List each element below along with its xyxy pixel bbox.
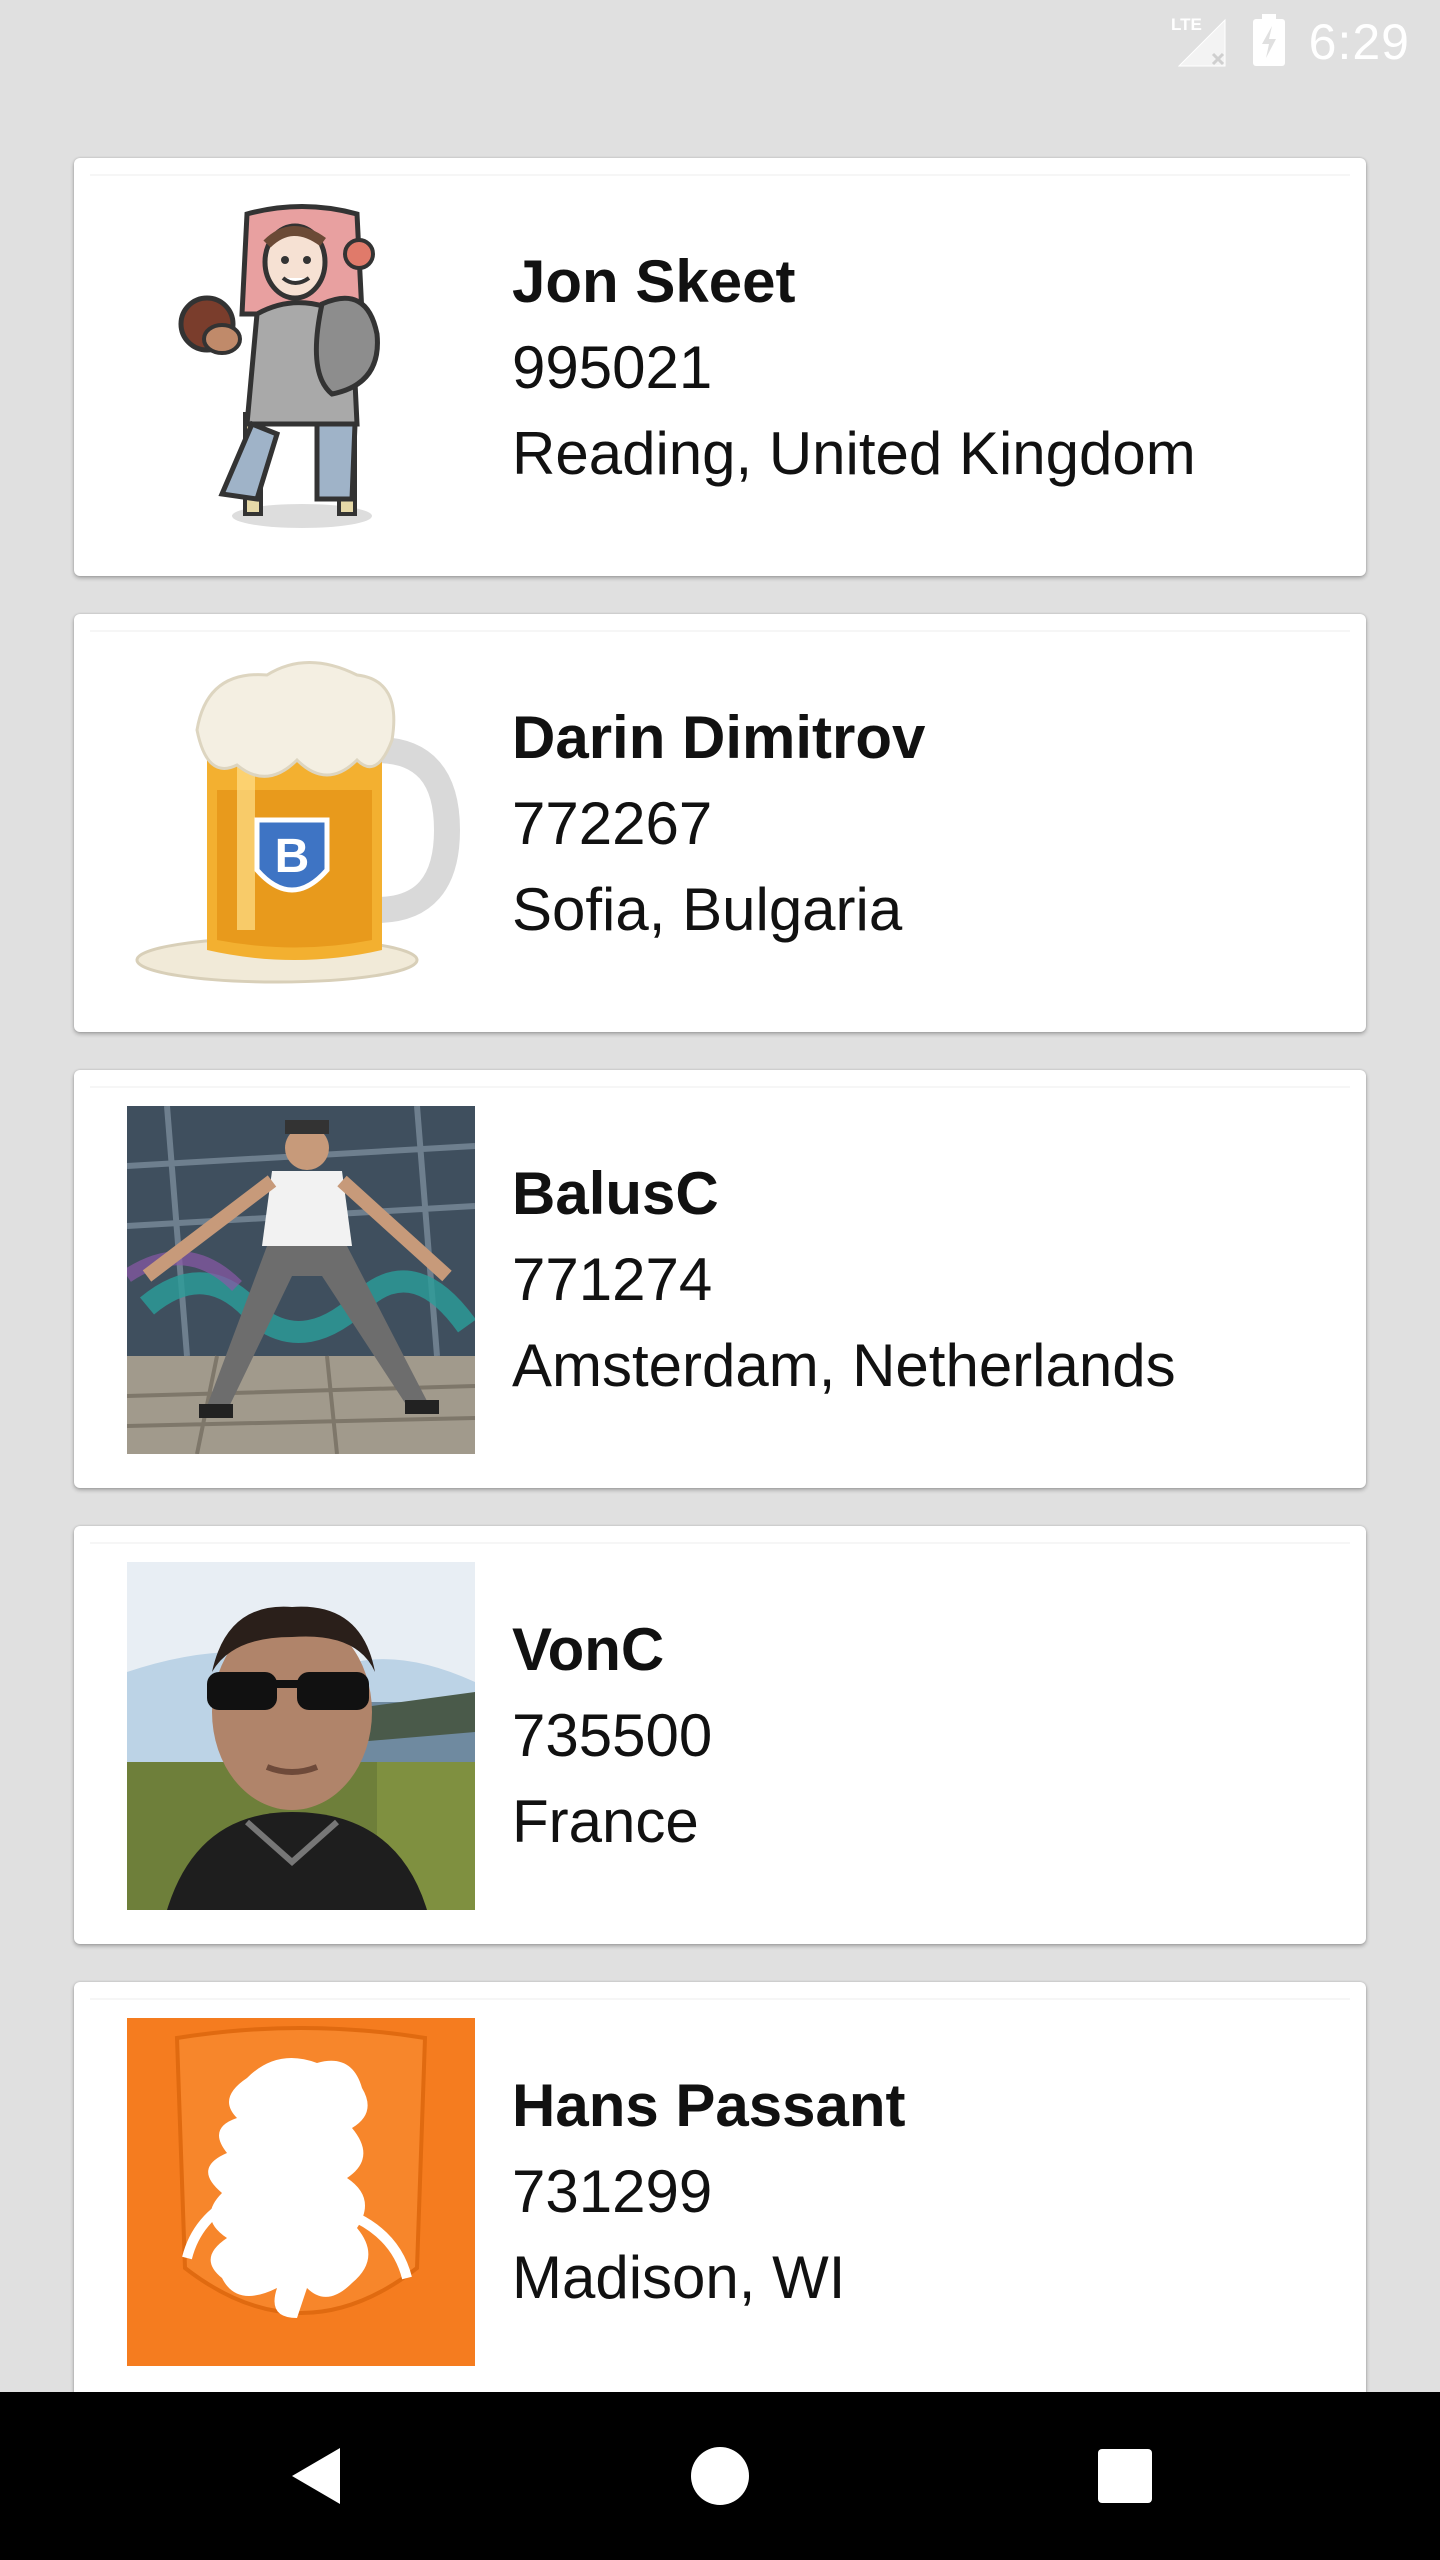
card-content: Hans Passant 731299 Madison, WI	[90, 1998, 1350, 2384]
user-name: VonC	[512, 1616, 665, 1683]
beer-mug-avatar: B	[127, 650, 475, 998]
lte-signal-icon: LTE	[1169, 12, 1229, 73]
user-name: Jon Skeet	[512, 248, 796, 315]
user-reputation: 731299	[512, 2158, 713, 2225]
status-time: 6:29	[1308, 14, 1410, 70]
svg-text:LTE: LTE	[1171, 15, 1202, 34]
battery-charging-icon	[1251, 12, 1287, 73]
status-bar: LTE 6:29	[0, 0, 1440, 84]
user-info: VonC 735500 France	[512, 1544, 712, 1928]
user-name: Hans Passant	[512, 2072, 906, 2139]
user-card[interactable]: Jon Skeet 995021 Reading, United Kingdom	[74, 158, 1366, 576]
user-name: BalusC	[512, 1160, 719, 1227]
recents-icon[interactable]	[1085, 2436, 1165, 2516]
user-reputation: 772267	[512, 790, 713, 857]
status-icons: LTE 6:29	[1169, 12, 1410, 73]
user-location: Reading, United Kingdom	[512, 420, 1196, 487]
user-name: Darin Dimitrov	[512, 704, 926, 771]
user-info: Jon Skeet 995021 Reading, United Kingdom	[512, 176, 1196, 560]
navigation-bar	[0, 2392, 1440, 2560]
user-info: Hans Passant 731299 Madison, WI	[512, 2000, 906, 2384]
user-info: Darin Dimitrov 772267 Sofia, Bulgaria	[512, 632, 925, 1016]
user-reputation: 735500	[512, 1702, 713, 1769]
card-content: Jon Skeet 995021 Reading, United Kingdom	[90, 174, 1350, 560]
user-card[interactable]: Hans Passant 731299 Madison, WI	[74, 1982, 1366, 2400]
user-card[interactable]: BalusC 771274 Amsterdam, Netherlands	[74, 1070, 1366, 1488]
svg-text:B: B	[275, 830, 310, 883]
user-reputation: 995021	[512, 334, 713, 401]
user-location: France	[512, 1788, 699, 1855]
user-reputation: 771274	[512, 1246, 713, 1313]
user-location: Sofia, Bulgaria	[512, 876, 903, 943]
card-content: B Darin Dimitrov 772267 Sofia, Bulgaria	[90, 630, 1350, 1016]
user-location: Amsterdam, Netherlands	[512, 1332, 1176, 1399]
cartoon-avatar	[127, 194, 475, 542]
user-card[interactable]: VonC 735500 France	[74, 1526, 1366, 1944]
home-icon[interactable]	[680, 2436, 760, 2516]
card-content: VonC 735500 France	[90, 1542, 1350, 1928]
card-content: BalusC 771274 Amsterdam, Netherlands	[90, 1086, 1350, 1472]
user-list[interactable]: Jon Skeet 995021 Reading, United Kingdom	[74, 158, 1366, 2438]
user-location: Madison, WI	[512, 2244, 846, 2311]
user-info: BalusC 771274 Amsterdam, Netherlands	[512, 1088, 1176, 1472]
photo-avatar	[127, 1106, 475, 1454]
photo-avatar	[127, 1562, 475, 1910]
back-icon[interactable]	[276, 2436, 356, 2516]
user-card[interactable]: B Darin Dimitrov 772267 Sofia, Bulgaria	[74, 614, 1366, 1032]
lion-crest-avatar	[127, 2018, 475, 2366]
